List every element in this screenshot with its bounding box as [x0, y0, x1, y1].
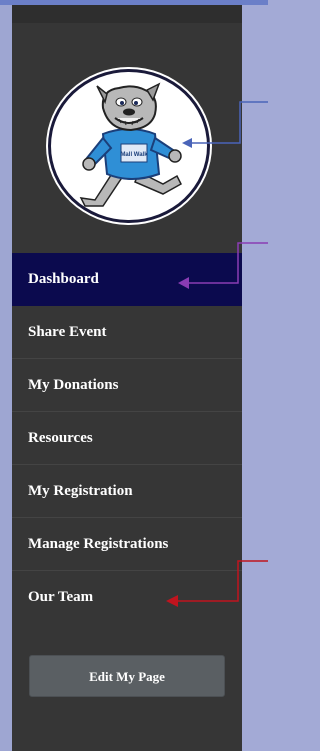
nav-item-manage-registrations[interactable]: Manage Registrations — [12, 518, 242, 571]
nav-item-label: Manage Registrations — [28, 536, 169, 552]
nav-item-share-event[interactable]: Share Event — [12, 306, 242, 359]
left-edge — [0, 5, 12, 751]
nav-item-dashboard[interactable]: Dashboard — [12, 253, 242, 306]
nav-item-label: My Donations — [28, 377, 119, 393]
nav-item-our-team[interactable]: Our Team — [12, 571, 242, 624]
mascot-logo[interactable]: Mall Walk — [48, 69, 210, 223]
edit-my-page-label: Edit My Page — [89, 669, 165, 684]
shirt-logo-text: Mall Walk — [120, 152, 148, 158]
nav-item-label: My Registration — [28, 483, 133, 499]
nav-item-resources[interactable]: Resources — [12, 412, 242, 465]
nav-item-label: Our Team — [28, 589, 94, 605]
bulldog-mascot-icon: Mall Walk — [79, 82, 182, 207]
nav-item-label: Dashboard — [28, 271, 99, 287]
nav-item-my-donations[interactable]: My Donations — [12, 359, 242, 412]
sidebar-header-bar — [12, 5, 242, 23]
sidebar-nav: Dashboard Share Event My Donations Resou… — [12, 253, 242, 624]
edit-my-page-button[interactable]: Edit My Page — [29, 655, 225, 697]
nav-item-label: Resources — [28, 430, 93, 446]
sidebar: Mall Walk Dashboard Share Event My Donat… — [12, 5, 242, 751]
nav-item-my-registration[interactable]: My Registration — [12, 465, 242, 518]
nav-item-label: Share Event — [28, 324, 107, 340]
